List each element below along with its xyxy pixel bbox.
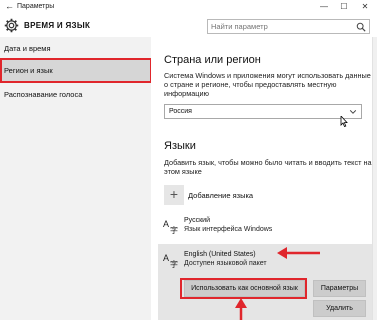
settings-header: ВРЕМЯ И ЯЗЫК	[0, 15, 377, 37]
svg-text:A: A	[163, 219, 169, 229]
minimize-button[interactable]: —	[316, 1, 332, 13]
maximize-button[interactable]: ☐	[336, 1, 352, 13]
gear-icon	[4, 18, 19, 33]
language-name: Русский	[184, 217, 210, 224]
plus-icon: +	[164, 185, 184, 205]
window-title: Параметры	[17, 3, 55, 10]
title-bar: ← Параметры — ☐ ✕	[0, 0, 377, 15]
languages-heading: Языки	[164, 140, 196, 152]
region-description-line3: информацию	[164, 89, 210, 98]
language-status: Доступен языковой пакет	[184, 260, 267, 267]
close-button[interactable]: ✕	[357, 1, 373, 13]
back-button[interactable]: ←	[5, 2, 14, 11]
svg-text:字: 字	[170, 259, 178, 268]
annotation-arrow-up-icon	[235, 298, 247, 320]
language-status: Язык интерфейса Windows	[184, 226, 273, 233]
annotation-highlight-sidebar	[0, 58, 152, 83]
annotation-highlight-button	[180, 278, 307, 299]
language-item-russian[interactable]: A 字 Русский Язык интерфейса Windows	[158, 216, 372, 240]
annotation-arrow-left-icon	[277, 247, 320, 259]
region-heading: Страна или регион	[164, 54, 261, 66]
svg-text:字: 字	[170, 225, 178, 234]
language-icon: A 字	[163, 219, 178, 234]
remove-button[interactable]: Удалить	[313, 300, 366, 317]
svg-text:A: A	[163, 253, 169, 263]
language-icon: A 字	[163, 253, 178, 268]
chevron-down-icon	[349, 110, 357, 114]
mouse-cursor-icon	[340, 116, 348, 127]
page-title: ВРЕМЯ И ЯЗЫК	[24, 21, 91, 30]
add-language-label: Добавление языка	[188, 191, 254, 200]
search-icon[interactable]	[356, 22, 366, 32]
languages-description-line2: этом языке	[164, 167, 202, 176]
options-button[interactable]: Параметры	[313, 280, 366, 297]
country-value: Россия	[169, 108, 192, 115]
search-input[interactable]	[211, 21, 351, 32]
country-dropdown[interactable]: Россия	[164, 104, 362, 119]
search-box[interactable]	[207, 19, 370, 34]
scrollbar[interactable]	[372, 37, 377, 320]
sidebar-item-speech[interactable]: Распознавание голоса	[0, 83, 151, 107]
language-name: English (United States)	[184, 251, 256, 258]
add-language-button[interactable]: + Добавление языка	[164, 185, 284, 209]
